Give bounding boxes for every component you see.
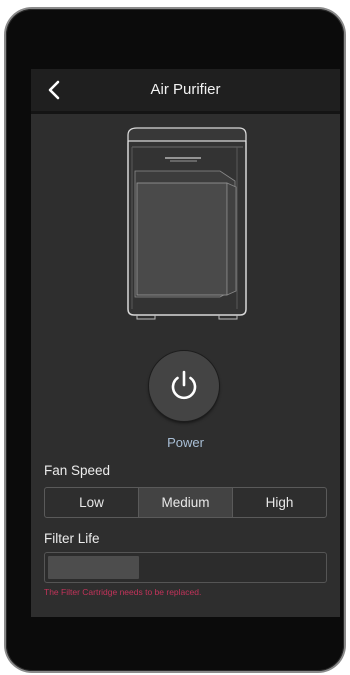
fan-speed-medium[interactable]: Medium	[138, 488, 232, 517]
filter-life-fill	[48, 556, 139, 579]
power-label: Power	[167, 435, 204, 450]
fan-speed-high[interactable]: High	[232, 488, 326, 517]
app-screen: Air Purifier Power Fan Speed Low Medium …	[31, 69, 340, 617]
fan-speed-label: Fan Speed	[44, 463, 111, 478]
filter-warning-text: The Filter Cartridge needs to be replace…	[44, 587, 202, 597]
page-title: Air Purifier	[150, 81, 221, 98]
filter-life-bar	[44, 552, 327, 583]
filter-life-label: Filter Life	[44, 531, 100, 546]
fan-speed-selector: Low Medium High	[44, 487, 327, 518]
power-button[interactable]	[149, 351, 219, 421]
fan-speed-low[interactable]: Low	[45, 488, 138, 517]
power-icon	[171, 370, 197, 400]
phone-frame: Air Purifier Power Fan Speed Low Medium …	[6, 9, 344, 671]
header-bar: Air Purifier	[31, 69, 340, 114]
air-purifier-image	[127, 127, 247, 320]
